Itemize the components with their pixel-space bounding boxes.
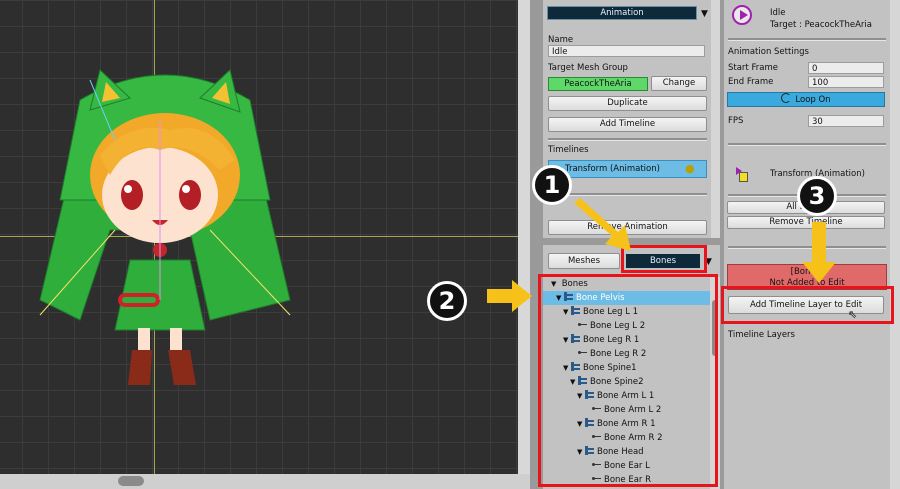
arrow-1-icon	[574, 198, 631, 251]
callout-1: 1	[532, 165, 572, 205]
arrow-2-icon	[487, 280, 532, 312]
callout-3: 3	[797, 176, 837, 216]
arrow-3-icon	[802, 222, 836, 283]
annotation-arrows	[487, 198, 836, 312]
callout-2: 2	[427, 281, 467, 321]
